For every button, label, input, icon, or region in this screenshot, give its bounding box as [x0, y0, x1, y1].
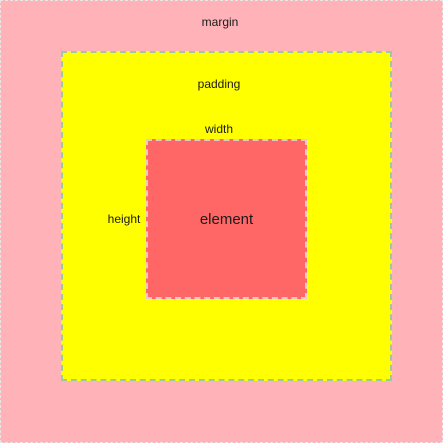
margin-label: margin	[201, 15, 239, 29]
element-area: element	[146, 139, 307, 299]
element-label: element	[199, 210, 254, 228]
width-label: width	[204, 122, 234, 136]
height-label: height	[107, 212, 141, 226]
box-model-diagram: element margin padding width height	[0, 0, 443, 443]
padding-label: padding	[197, 77, 241, 91]
